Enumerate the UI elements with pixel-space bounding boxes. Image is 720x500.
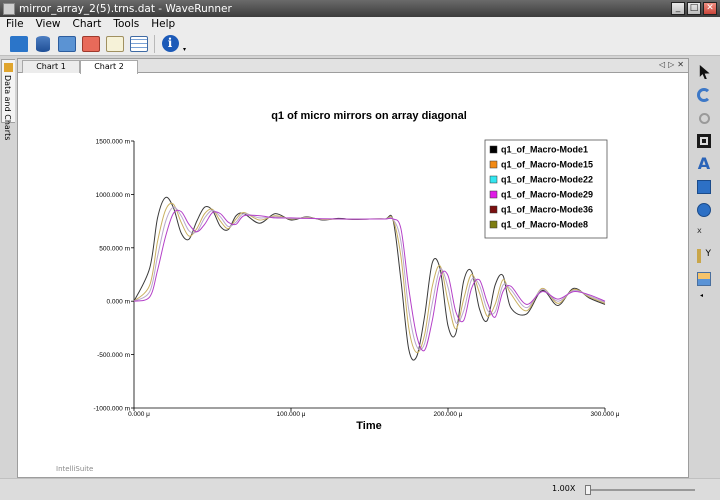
tab-prev-icon[interactable]: ◁ — [659, 60, 665, 69]
right-tool-column: A x Y ◂ — [692, 62, 716, 299]
legend-entry: q1_of_Macro-Mode1 — [501, 145, 588, 155]
folder-open-icon — [10, 35, 28, 52]
ellipse-tool[interactable] — [694, 200, 714, 220]
line-chart: q1 of micro mirrors on array diagonal 15… — [94, 110, 620, 432]
ellipse-icon — [697, 203, 711, 217]
chart-title: q1 of micro mirrors on array diagonal — [271, 110, 467, 122]
legend-swatch — [489, 145, 498, 154]
add-data-button[interactable] — [56, 33, 78, 55]
undo-icon — [697, 88, 711, 102]
legend-swatch — [489, 205, 498, 214]
frame-tool[interactable] — [694, 131, 714, 151]
legend-swatch — [489, 220, 498, 229]
rectangle-tool[interactable] — [694, 177, 714, 197]
chart-tab-strip: Chart 1 Chart 2 ◁ ▷ ✕ — [18, 59, 688, 74]
maximize-button[interactable]: □ — [687, 2, 701, 15]
remove-data-icon — [82, 35, 100, 52]
pointer-icon — [699, 65, 710, 79]
y-tick-label: -1000.000 m — [94, 406, 131, 413]
legend-entry: q1_of_Macro-Mode8 — [501, 220, 588, 230]
menu-chart[interactable]: Chart — [67, 17, 108, 32]
data-and-charts-tab[interactable]: Data and Charts — [1, 59, 15, 140]
y-tick-label: 500.000 m — [99, 245, 130, 252]
y-tick-label: 1000.000 m — [96, 192, 130, 199]
toolbar: i ▾ — [0, 32, 720, 56]
zoom-icon — [698, 112, 710, 124]
x-axis-label: Time — [356, 420, 381, 432]
y-axis-tool[interactable]: Y — [694, 246, 714, 266]
waveform-icon — [106, 35, 124, 52]
text-tool[interactable]: A — [694, 154, 714, 174]
x-axis-tool[interactable]: x — [694, 223, 714, 243]
frame-icon — [697, 134, 711, 148]
legend-swatch — [489, 175, 498, 184]
zoom-tool[interactable] — [694, 108, 714, 128]
menu-help[interactable]: Help — [145, 17, 181, 32]
tab-chart-1[interactable]: Chart 1 — [22, 60, 80, 73]
legend-swatch — [489, 160, 498, 169]
zoom-slider-handle[interactable] — [585, 485, 591, 495]
legend-entry: q1_of_Macro-Mode29 — [501, 190, 593, 200]
legend-entry: q1_of_Macro-Mode36 — [501, 205, 593, 215]
x-tick-label: 300.000 μ — [590, 411, 619, 418]
minimize-button[interactable]: _ — [671, 2, 685, 15]
y-tick-label: 1500.000 m — [96, 139, 130, 146]
app-icon — [3, 2, 15, 15]
undo-tool[interactable] — [694, 85, 714, 105]
tab-navigation: ◁ ▷ ✕ — [659, 60, 684, 69]
info-icon: i — [161, 35, 179, 52]
tab-next-icon[interactable]: ▷ — [668, 60, 674, 69]
pointer-tool[interactable] — [694, 62, 714, 82]
zoom-slider[interactable] — [585, 485, 695, 495]
layout-tool[interactable] — [694, 269, 714, 289]
y-tick-label: -500.000 m — [97, 352, 130, 359]
open-button[interactable] — [8, 33, 30, 55]
title-bar: mirror_array_2(5).trns.dat - WaveRunner … — [0, 0, 720, 17]
data-tree-icon — [4, 63, 13, 72]
database-icon — [36, 35, 50, 52]
tools-more-icon[interactable]: ◂ — [700, 292, 716, 299]
legend-swatch — [489, 190, 498, 199]
watermark: IntelliSuite — [56, 465, 94, 473]
chart-panel: Chart 1 Chart 2 ◁ ▷ ✕ q1 of micro mirror… — [17, 58, 689, 478]
text-icon: A — [697, 154, 711, 173]
x-tick-label: 200.000 μ — [433, 411, 462, 418]
add-data-icon — [58, 35, 76, 52]
window-title: mirror_array_2(5).trns.dat - WaveRunner — [19, 2, 232, 15]
menu-file[interactable]: File — [0, 17, 30, 32]
close-button[interactable]: ✕ — [703, 2, 717, 15]
y-axis-icon: Y — [697, 249, 711, 263]
legend-entry: q1_of_Macro-Mode15 — [501, 160, 593, 170]
x-tick-label: 100.000 μ — [276, 411, 305, 418]
data-and-charts-label: Data and Charts — [3, 75, 12, 141]
toolbar-more-icon[interactable]: ▾ — [183, 46, 186, 53]
remove-data-button[interactable] — [80, 33, 102, 55]
layout-icon — [697, 272, 711, 286]
status-bar: 1.00X — [0, 478, 720, 500]
rectangle-icon — [697, 180, 711, 194]
x-tick-label: 0.000 μ — [128, 411, 150, 418]
legend-entry: q1_of_Macro-Mode22 — [501, 175, 593, 185]
zoom-level: 1.00X — [552, 484, 576, 493]
window-controls: _ □ ✕ — [671, 2, 717, 15]
tab-close-icon[interactable]: ✕ — [677, 60, 684, 69]
menu-bar: File View Chart Tools Help — [0, 17, 720, 32]
table-button[interactable] — [128, 33, 150, 55]
tab-chart-2[interactable]: Chart 2 — [80, 60, 138, 74]
toolbar-separator — [154, 34, 155, 53]
menu-view[interactable]: View — [30, 17, 67, 32]
menu-tools[interactable]: Tools — [107, 17, 145, 32]
table-icon — [130, 35, 148, 52]
info-button[interactable]: i — [159, 33, 181, 55]
waveform-button[interactable] — [104, 33, 126, 55]
x-axis-icon: x — [697, 226, 702, 235]
y-tick-label: 0.000 m — [107, 299, 131, 306]
chart-legend[interactable]: q1_of_Macro-Mode1 q1_of_Macro-Mode15 q1_of… — [484, 139, 608, 239]
database-button[interactable] — [32, 33, 54, 55]
